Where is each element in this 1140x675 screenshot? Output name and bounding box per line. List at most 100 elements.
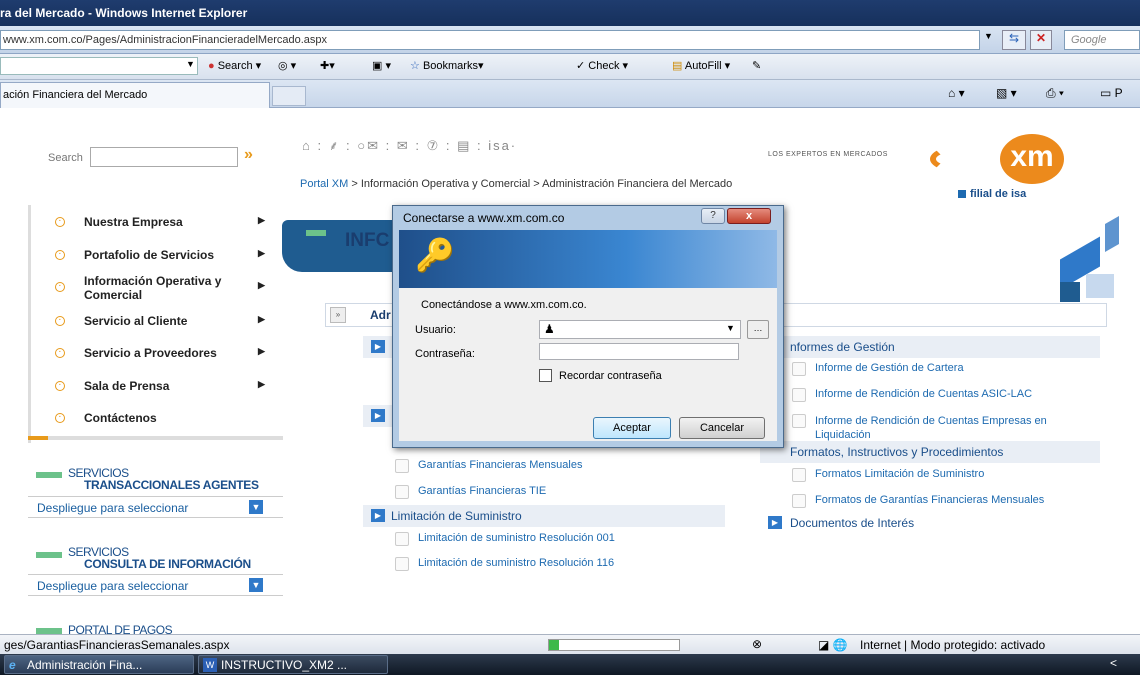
- xm-logo[interactable]: xm: [1000, 134, 1064, 184]
- login-dialog: Conectarse a www.xm.com.co ? x 🔑 Conectá…: [392, 205, 784, 448]
- services-dropdown[interactable]: Despliegue para seleccionar ▼: [28, 574, 283, 596]
- check-button[interactable]: ✓ Check ▾: [576, 59, 628, 72]
- doc-link[interactable]: Limitación de suministro Resolución 001: [395, 532, 615, 546]
- section-header-partial[interactable]: ▶: [363, 336, 393, 358]
- doc-link[interactable]: Formatos de Garantías Financieras Mensua…: [792, 494, 1044, 508]
- nav-item-servicio-proveedores[interactable]: · Servicio a Proveedores ▶: [31, 346, 281, 372]
- section-header-partial[interactable]: ▶: [363, 405, 393, 427]
- puzzle-icon[interactable]: ✚▾: [320, 59, 335, 72]
- site-search-input[interactable]: [90, 147, 238, 167]
- bullet-icon: ·: [55, 217, 65, 227]
- home-icon[interactable]: ⌂ ▾: [948, 86, 965, 100]
- security-zone[interactable]: Internet | Modo protegido: activado: [860, 638, 1045, 652]
- dialog-banner: [399, 230, 777, 288]
- tray-expand-icon[interactable]: <: [1110, 656, 1117, 670]
- new-tab-button[interactable]: [272, 86, 306, 106]
- status-bar: ges/GarantiasFinancierasSemanales.aspx ⊗…: [0, 634, 1140, 654]
- collapse-toggle-icon[interactable]: »: [330, 307, 346, 323]
- remember-password-checkbox[interactable]: [539, 369, 552, 382]
- nav-item-contactenos[interactable]: · Contáctenos: [31, 411, 281, 437]
- browse-users-button[interactable]: …: [747, 320, 769, 339]
- services-dropdown[interactable]: Despliegue para seleccionar ▼: [28, 496, 283, 518]
- privacy-icon[interactable]: ⊗: [752, 637, 762, 651]
- expand-icon: ▶: [371, 509, 385, 522]
- doc-link[interactable]: Limitación de suministro Resolución 116: [395, 557, 614, 571]
- section-header-documentos[interactable]: ▶ Documentos de Interés: [760, 512, 1100, 534]
- doc-link[interactable]: Garantías Financieras TIE: [395, 485, 546, 499]
- breadcrumb-path: Información Operativa y Comercial > Admi…: [360, 178, 733, 190]
- sidebar-icon[interactable]: ◎ ▾: [278, 59, 296, 72]
- stop-icon[interactable]: ✕: [1030, 30, 1052, 50]
- toolbar-search-field[interactable]: [0, 57, 198, 75]
- search-box[interactable]: Google: [1064, 30, 1140, 50]
- nav-item-sala-prensa[interactable]: · Sala de Prensa ▶: [31, 379, 281, 405]
- nav-item-servicio-cliente[interactable]: · Servicio al Cliente ▶: [31, 314, 281, 340]
- bullet-icon: ·: [55, 250, 65, 260]
- breadcrumb-portal-link[interactable]: Portal XM: [300, 178, 348, 190]
- bullet-icon: ·: [55, 381, 65, 391]
- feeds-icon[interactable]: ▧ ▾: [996, 86, 1017, 100]
- section-header-informes[interactable]: nformes de Gestión: [760, 336, 1100, 358]
- services-accent-bar: [36, 472, 62, 478]
- arrow-right-icon: ▶: [258, 248, 265, 258]
- page-icon[interactable]: ▭ P: [1100, 86, 1123, 100]
- dialog-title: Conectarse a www.xm.com.co: [403, 211, 565, 225]
- page-content: Search » ⌂ : ⸙ : ○✉ : ✉ : ⑦ : ▤ : isa· P…: [0, 108, 1140, 634]
- cancel-button[interactable]: Cancelar: [679, 417, 765, 439]
- search-icon: ●: [208, 60, 215, 72]
- address-dropdown-icon[interactable]: ▼: [984, 31, 1000, 49]
- dropdown-arrow-icon[interactable]: ▼: [249, 578, 263, 592]
- nav-item-informacion-operativa[interactable]: · Información Operativa y Comercial ▶: [31, 274, 281, 304]
- chevron-down-icon[interactable]: ▼: [726, 323, 735, 333]
- username-label: Usuario:: [415, 324, 456, 336]
- window-titlebar: ra del Mercado - Windows Internet Explor…: [0, 0, 1140, 26]
- autofill-button[interactable]: ▤ AutoFill ▾: [672, 59, 730, 72]
- doc-link[interactable]: Formatos Limitación de Suministro: [792, 468, 984, 482]
- services-subtitle: TRANSACCIONALES AGENTES: [84, 478, 259, 492]
- username-combobox[interactable]: ♟ ▼: [539, 320, 741, 339]
- nav-item-nuestra-empresa[interactable]: · Nuestra Empresa ▶: [31, 215, 281, 241]
- section-header-limitacion[interactable]: ▶ Limitación de Suministro: [363, 505, 725, 527]
- services-subtitle: CONSULTA DE INFORMACIÓN: [84, 557, 251, 571]
- close-button[interactable]: x: [727, 208, 771, 224]
- password-field[interactable]: [539, 343, 739, 360]
- progress-fill: [549, 640, 560, 650]
- decoration-shape: [1105, 215, 1119, 253]
- nav-item-portafolio[interactable]: · Portafolio de Servicios ▶: [31, 248, 281, 274]
- bullet-icon: ·: [55, 316, 65, 326]
- chevron-down-icon[interactable]: ▼: [186, 59, 195, 69]
- document-icon: [792, 362, 806, 376]
- address-input[interactable]: www.xm.com.co/Pages/AdministracionFinanc…: [0, 30, 980, 50]
- dropdown-arrow-icon[interactable]: ▼: [249, 500, 263, 514]
- left-nav: · Nuestra Empresa ▶ · Portafolio de Serv…: [28, 205, 283, 443]
- autofill-icon: ▤: [672, 60, 683, 72]
- tab-active[interactable]: ación Financiera del Mercado: [0, 82, 270, 108]
- toolbar-search-button[interactable]: ● Search ▾: [208, 59, 261, 72]
- tab-label: ación Financiera del Mercado: [3, 89, 148, 101]
- taskbar-item-word[interactable]: W INSTRUCTIVO_XM2 ...: [198, 655, 388, 674]
- ok-button[interactable]: Aceptar: [593, 417, 671, 439]
- bookmarks-button[interactable]: ☆ Bookmarks▾: [410, 59, 484, 72]
- help-button[interactable]: ?: [701, 208, 725, 224]
- zone-icons[interactable]: ◪ 🌐: [818, 638, 848, 652]
- remember-password-label[interactable]: Recordar contraseña: [559, 370, 662, 382]
- doc-link[interactable]: Informe de Rendición de Cuentas ASIC-LAC: [792, 388, 1032, 402]
- taskbar: e Administración Fina... W INSTRUCTIVO_X…: [0, 654, 1140, 675]
- print-icon[interactable]: ⎙ ▾: [1046, 86, 1064, 101]
- progress-bar: [548, 639, 680, 651]
- expand-icon: ▶: [768, 516, 782, 529]
- doc-link[interactable]: Informe de Rendición de Cuentas Empresas…: [792, 414, 1095, 442]
- section-header-formatos[interactable]: Formatos, Instructivos y Procedimientos: [760, 441, 1100, 463]
- document-icon: [792, 414, 806, 428]
- status-url: ges/GarantiasFinancierasSemanales.aspx: [4, 638, 230, 652]
- popup-blocker-icon[interactable]: ▣ ▾: [372, 59, 391, 72]
- pencil-icon[interactable]: ✎: [752, 59, 761, 72]
- taskbar-item-browser[interactable]: e Administración Fina...: [4, 655, 194, 674]
- site-utility-icons[interactable]: ⌂ : ⸙ : ○✉ : ✉ : ⑦ : ▤ : isa·: [302, 136, 517, 154]
- search-go-icon[interactable]: »: [244, 146, 253, 164]
- refresh-icon[interactable]: ⇆: [1002, 30, 1026, 50]
- logo-tagline: LOS EXPERTOS EN MERCADOS: [768, 151, 888, 158]
- doc-link[interactable]: Garantías Financieras Mensuales: [395, 459, 582, 473]
- nav-divider: [28, 436, 283, 440]
- doc-link[interactable]: Informe de Gestión de Cartera: [792, 362, 964, 376]
